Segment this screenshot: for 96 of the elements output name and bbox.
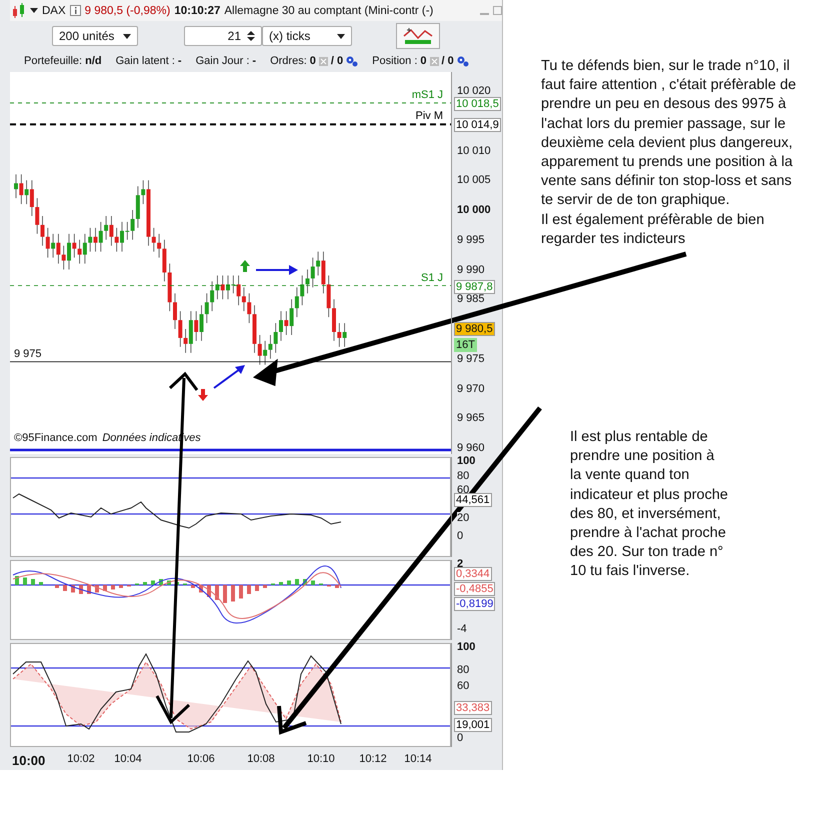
histogram-bar: [15, 576, 19, 585]
histogram-bar: [119, 585, 123, 588]
arrow-icon: [213, 364, 245, 390]
histogram-bar: [303, 579, 307, 585]
down-arrow-icon: [198, 389, 208, 401]
histogram-bar: [31, 579, 35, 585]
level-value: 9 987,8: [454, 280, 495, 294]
portfolio-value: n/d: [85, 55, 102, 68]
info-icon[interactable]: [70, 5, 81, 16]
histogram-bar: [95, 585, 99, 592]
histogram-bar: [335, 585, 339, 588]
histogram-bar: [159, 579, 163, 585]
time-axis-label: 10:10: [306, 753, 336, 765]
portfolio-value: -: [252, 55, 256, 68]
histogram-bar: [207, 585, 211, 597]
time-axis-label: 10:04: [113, 753, 143, 765]
histogram-bar: [223, 585, 227, 603]
histogram-bar: [215, 585, 219, 600]
portfolio-value: 0: [420, 55, 426, 68]
tick-count-badge: 16T: [454, 338, 477, 352]
portfolio-label: Gain latent :: [116, 55, 175, 68]
level-label: Piv M: [416, 110, 443, 122]
annotation-text: Il est plus rentable de prendre une position à la vente quand ton indicateur et plus proche des 80, et inversément, prendre à l'achat proche des 20. Sur ton trade n° 10 tu fais l'inverse.: [570, 428, 728, 582]
up-arrow-icon: [240, 260, 250, 272]
histogram-bar: [239, 585, 243, 598]
portfolio-label: Ordres:: [270, 55, 307, 68]
indicator-reading: -0,4855: [454, 582, 496, 596]
histogram-bar: [103, 585, 107, 591]
axis-tick-label: 9 990: [457, 264, 485, 276]
candlestick-icon: [12, 2, 26, 19]
histogram-bar: [247, 585, 251, 594]
quote-time: 10:10:27: [174, 4, 220, 17]
settings-icon[interactable]: [346, 56, 358, 67]
histogram-bar: [167, 580, 171, 585]
portfolio-value: -: [178, 55, 182, 68]
caret-icon[interactable]: [30, 8, 38, 14]
ticks-input-field[interactable]: 21: [184, 26, 262, 46]
indicator-reading: 33,383: [454, 701, 492, 715]
histogram-bar: [111, 585, 115, 590]
histogram-bar: [175, 582, 179, 585]
time-axis-label: 10:08: [246, 753, 276, 765]
time-axis-label: 10:02: [66, 753, 96, 765]
level-label: mS1 J: [412, 88, 443, 101]
support-label: 9 975: [14, 348, 42, 360]
level-value: 10 018,5: [454, 96, 501, 111]
histogram-bar: [151, 580, 155, 585]
indicator-reading: -0,8199: [454, 597, 496, 611]
quote-price: 9 980,5 (-0,98%): [84, 4, 170, 17]
histogram-bar: [287, 580, 291, 585]
ticks-unit-dropdown[interactable]: (x) ticks: [262, 26, 352, 46]
axis-tick-label: 9 970: [457, 382, 485, 396]
histogram-bar: [255, 585, 259, 591]
level-value: 10 014,9: [454, 118, 501, 132]
annotation-text: Il est également préfèrable de bien regarder tes indicteurs: [541, 210, 766, 249]
chart-tools-button[interactable]: [396, 23, 440, 49]
histogram-bar: [87, 585, 91, 594]
last-price-badge: 9 980,5: [454, 322, 495, 336]
histogram-bar: [63, 585, 67, 591]
indicator-reading: 44,561: [454, 493, 492, 507]
portfolio-value: 0: [310, 55, 316, 68]
arrow-icon: [256, 265, 298, 275]
indicator-reading: 0,3344: [454, 567, 492, 581]
histogram-bar: [199, 585, 203, 592]
time-axis-label: 10:06: [186, 753, 216, 765]
time-axis-label: 10:00: [12, 753, 44, 768]
portfolio-label: Portefeuille:: [24, 55, 82, 68]
portfolio-count: / 0: [330, 55, 344, 68]
axis-tick-label: 10 010: [457, 144, 491, 158]
histogram-bar: [231, 585, 235, 602]
instrument-symbol: DAX: [42, 4, 66, 17]
quantity-dropdown[interactable]: 200 unités: [52, 26, 138, 46]
histogram-bar: [191, 585, 195, 588]
copyright-notice: ©95Finance.com: [14, 432, 98, 444]
level-label: S1 J: [420, 272, 443, 284]
instrument-name: Allemagne 30 au comptant (Mini-contr (-): [224, 4, 434, 17]
portfolio-count: / 0: [442, 55, 454, 68]
caret-icon[interactable]: [337, 34, 345, 38]
histogram-bar: [79, 585, 83, 594]
histogram-bar: [23, 578, 27, 585]
portfolio-label: Position :: [372, 55, 418, 68]
settings-icon[interactable]: [456, 56, 469, 67]
histogram-bar: [295, 579, 299, 585]
histogram-bar: [311, 580, 315, 585]
time-axis-label: 10:14: [403, 753, 433, 765]
caret-icon[interactable]: [123, 34, 131, 38]
portfolio-label: Gain Jour :: [196, 55, 250, 68]
histogram-bar: [55, 585, 59, 588]
time-axis-label: 10:12: [358, 753, 388, 765]
annotation-text: Tu te défends bien, sur le trade n°10, il faut faire attention , c'était préfèrable de prendre un peu en desous des 9975 à l'achat lors du premier passage, sur le deuxième cela devient plus dangereux, apparement tu prends une position à la vente sans définir ton stop-loss et sans te servir de de ton graphique.: [541, 57, 798, 210]
histogram-bar: [263, 585, 267, 588]
histogram-bar: [279, 582, 283, 585]
histogram-bar: [39, 582, 43, 585]
histogram-bar: [143, 582, 147, 585]
histogram-bar: [71, 585, 75, 592]
spinner-arrows-icon[interactable]: [247, 30, 255, 42]
indicator-reading: 19,001: [454, 718, 492, 732]
